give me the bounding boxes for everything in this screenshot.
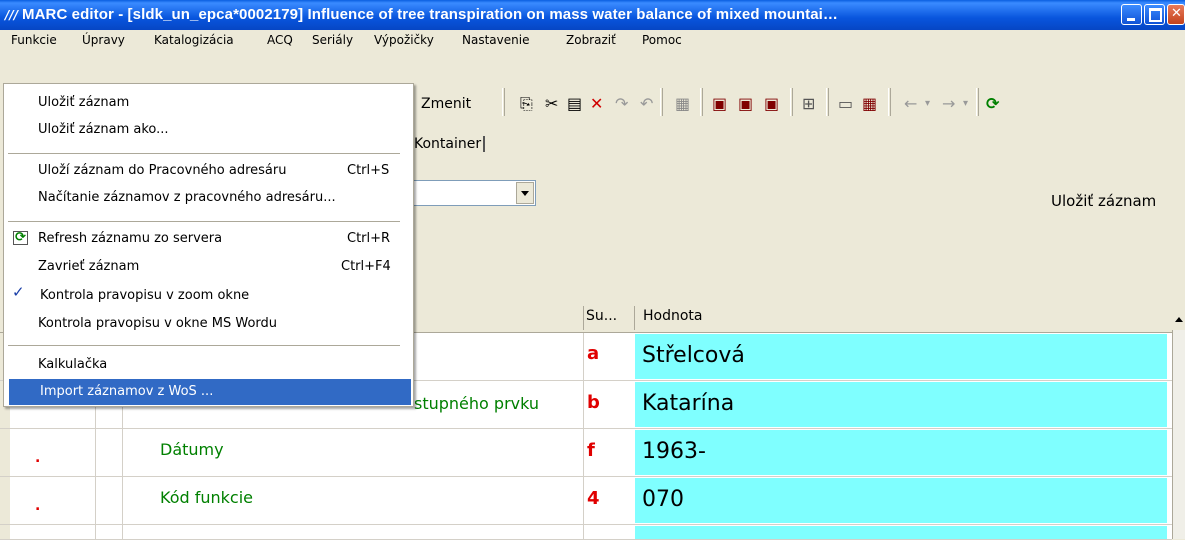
column-divider[interactable]: [634, 306, 635, 330]
header-value[interactable]: Hodnota: [643, 308, 703, 324]
record-remove-icon[interactable]: ▣: [764, 94, 779, 113]
subfield-code: 4: [587, 488, 600, 509]
record-add-icon[interactable]: ▣: [738, 94, 753, 113]
spellcheck-icon: ✓: [12, 283, 25, 301]
menu-item-ulozi-do-adresara[interactable]: Uloží záznam do Pracovného adresáru: [38, 163, 286, 178]
network-icon[interactable]: ⊞: [802, 94, 815, 113]
value-cell[interactable]: [635, 478, 1167, 523]
refresh-icon[interactable]: ⟳: [986, 94, 999, 113]
value-cell[interactable]: [635, 526, 1167, 539]
header-subfield[interactable]: Su...: [586, 308, 617, 324]
record-combo[interactable]: [410, 180, 536, 206]
menu-upravy[interactable]: Úpravy: [82, 33, 125, 47]
subfield-code: b: [587, 392, 600, 413]
field-value[interactable]: Střelcová: [642, 343, 745, 368]
document-icon[interactable]: ▦: [675, 94, 690, 113]
scroll-up-icon[interactable]: [1172, 304, 1185, 330]
toolbar-separator: [700, 88, 703, 116]
value-cell[interactable]: [635, 430, 1167, 475]
menu-separator: [8, 221, 400, 222]
delete-icon[interactable]: ✕: [590, 94, 603, 113]
toolbar-separator: [502, 88, 505, 116]
menu-vypozicky[interactable]: Výpožičky: [374, 33, 434, 47]
menu-item-zavriet[interactable]: Zavrieť záznam: [38, 259, 139, 274]
back-dropdown-icon[interactable]: ▾: [925, 98, 930, 109]
menu-zobrazit[interactable]: Zobraziť: [566, 33, 616, 47]
toolbar-separator: [826, 88, 829, 116]
back-icon[interactable]: ←: [904, 94, 917, 113]
form-icon[interactable]: ▦: [862, 94, 877, 113]
toolbar-separator: [888, 88, 891, 116]
menu-funkcie[interactable]: Funkcie: [11, 33, 57, 47]
row-header[interactable]: [0, 525, 10, 539]
window-title: MARC editor - [sldk_un_epca*0002179] Inf…: [22, 6, 839, 23]
menu-item-import-wos[interactable]: Import záznamov z WoS ...: [40, 384, 213, 399]
record-icon[interactable]: ▣: [712, 94, 727, 113]
field-name: Kód funkcie: [160, 488, 253, 507]
field-value[interactable]: Katarína: [642, 391, 734, 416]
save-record-label[interactable]: Uložiť záznam: [1051, 192, 1156, 210]
field-value[interactable]: 1963-: [642, 439, 706, 464]
toolbar-separator: [790, 88, 793, 116]
paste-icon[interactable]: ▤: [567, 94, 582, 113]
menu-item-kalkulacka[interactable]: Kalkulačka: [38, 357, 107, 372]
app-icon: ///: [5, 8, 19, 22]
shortcut-label: Ctrl+F4: [341, 259, 391, 274]
shortcut-label: Ctrl+R: [347, 231, 391, 246]
menu-katalogizacia[interactable]: Katalogizácia: [154, 33, 234, 47]
menu-item-ulozit-ako[interactable]: Uložiť záznam ako...: [38, 122, 169, 137]
column-divider[interactable]: [583, 306, 584, 330]
close-button[interactable]: [1167, 4, 1185, 25]
row-marker: .: [35, 450, 41, 466]
row-header[interactable]: [0, 477, 10, 524]
field-name: stupného prvku: [414, 394, 540, 413]
minimize-button[interactable]: [1121, 4, 1142, 25]
menu-nastavenie[interactable]: Nastavenie: [462, 33, 529, 47]
undo-icon[interactable]: ↶: [640, 94, 653, 113]
menu-item-kontrola-zoom[interactable]: Kontrola pravopisu v zoom okne: [40, 288, 249, 303]
menu-pomoc[interactable]: Pomoc: [642, 33, 682, 47]
forward-dropdown-icon[interactable]: ▾: [963, 98, 968, 109]
menu-separator: [8, 153, 400, 154]
menu-item-ulozit-zaznam[interactable]: Uložiť záznam: [38, 95, 129, 110]
menu-bar: Funkcie Úpravy Katalogizácia ACQ Seriály…: [0, 30, 700, 50]
tab-kontainer[interactable]: Kontainer: [414, 136, 486, 152]
row-header[interactable]: [0, 429, 10, 476]
cut-icon[interactable]: ✂: [545, 94, 558, 113]
title-bar[interactable]: /// MARC editor - [sldk_un_epca*0002179]…: [0, 0, 1185, 30]
row-marker: .: [35, 498, 41, 514]
menu-serialy[interactable]: Seriály: [312, 33, 353, 47]
chevron-down-icon[interactable]: [516, 182, 534, 204]
field-value[interactable]: 070: [642, 487, 684, 512]
field-name: Dátumy: [160, 440, 224, 459]
zmenit-button[interactable]: Zmenit: [421, 96, 471, 112]
toolbar-separator: [976, 88, 979, 116]
menu-separator: [8, 345, 400, 346]
view-icon[interactable]: ▭: [838, 94, 853, 113]
forward-icon[interactable]: →: [942, 94, 955, 113]
refresh-icon: ⟳: [13, 230, 28, 245]
vertical-scrollbar[interactable]: [1172, 304, 1185, 539]
copy-icon[interactable]: ⎘: [520, 94, 533, 114]
shortcut-label: Ctrl+S: [347, 163, 390, 178]
maximize-button[interactable]: [1144, 4, 1165, 25]
grid-line: [583, 333, 584, 539]
menu-item-kontrola-word[interactable]: Kontrola pravopisu v okne MS Wordu: [38, 316, 277, 331]
toolbar-separator: [660, 88, 663, 116]
redo-icon[interactable]: ↷: [615, 94, 628, 113]
menu-item-nacitanie[interactable]: Načítanie záznamov z pracovného adresáru…: [38, 190, 336, 205]
tab-row: Kontainer: [410, 134, 610, 158]
subfield-code: a: [587, 343, 600, 364]
menu-acq[interactable]: ACQ: [267, 33, 293, 47]
menu-item-refresh[interactable]: Refresh záznamu zo servera: [38, 231, 222, 246]
subfield-code: f: [587, 440, 595, 461]
